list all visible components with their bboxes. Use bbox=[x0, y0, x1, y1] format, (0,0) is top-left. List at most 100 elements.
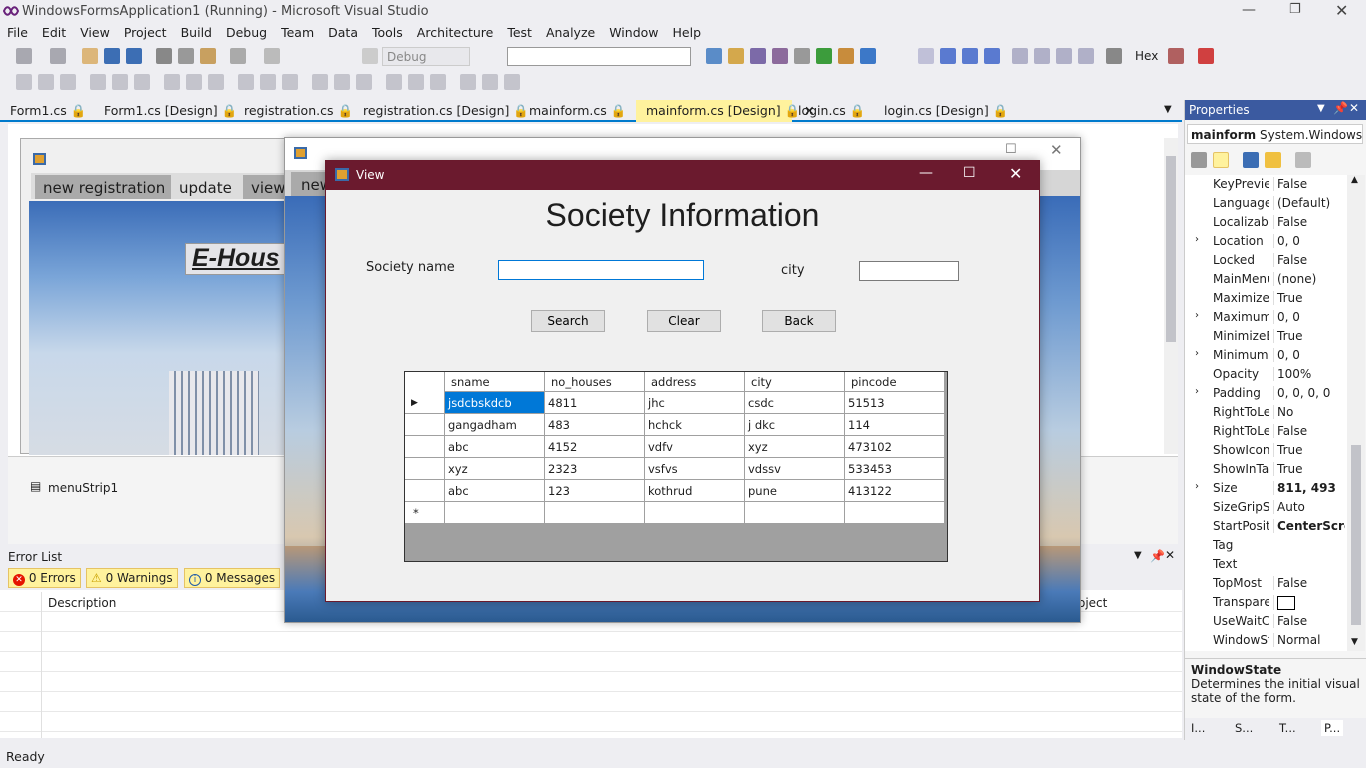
property-row[interactable]: › Padding 0, 0, 0, 0 bbox=[1185, 384, 1345, 403]
object-selector[interactable]: mainform System.Windows. bbox=[1187, 124, 1363, 144]
lock-controls-icon[interactable] bbox=[504, 74, 520, 90]
undo-icon[interactable] bbox=[230, 48, 246, 64]
alphabetical-icon[interactable] bbox=[1213, 152, 1229, 168]
step-into-icon[interactable] bbox=[1012, 48, 1028, 64]
new-row-cell[interactable] bbox=[745, 502, 845, 524]
table-cell[interactable]: 4811 bbox=[545, 392, 645, 414]
menu-update[interactable]: update bbox=[171, 175, 240, 199]
property-value[interactable]: False bbox=[1273, 215, 1345, 229]
property-value[interactable]: False bbox=[1273, 576, 1345, 590]
property-row[interactable]: WindowState Normal bbox=[1185, 631, 1345, 650]
property-row[interactable]: Tag bbox=[1185, 536, 1345, 555]
property-row[interactable]: ShowIcon True bbox=[1185, 441, 1345, 460]
attach-icon[interactable] bbox=[706, 48, 722, 64]
new-project-icon[interactable] bbox=[16, 48, 32, 64]
tab-mainform-design[interactable]: mainform.cs [Design] 🔒 ✕ bbox=[636, 100, 815, 122]
property-value[interactable]: 0, 0, 0, 0 bbox=[1273, 386, 1345, 400]
property-value[interactable]: 0, 0 bbox=[1273, 348, 1345, 362]
make-same-size-icon[interactable] bbox=[208, 74, 224, 90]
menu-build[interactable]: Build bbox=[174, 23, 219, 40]
property-row[interactable]: MinimizeBox True bbox=[1185, 327, 1345, 346]
property-value[interactable]: False bbox=[1273, 424, 1345, 438]
bottom-tab-2[interactable]: S... bbox=[1235, 721, 1253, 735]
row-header[interactable] bbox=[405, 414, 445, 436]
table-cell[interactable]: jhc bbox=[645, 392, 745, 414]
property-value[interactable]: CenterScreen bbox=[1273, 519, 1345, 533]
menu-file[interactable]: File bbox=[0, 23, 35, 40]
property-row[interactable]: UseWaitCursor False bbox=[1185, 612, 1345, 631]
property-row[interactable]: RightToLeftLayout False bbox=[1185, 422, 1345, 441]
v-spacing-equal-icon[interactable] bbox=[334, 74, 350, 90]
description-column[interactable]: Description bbox=[48, 596, 116, 610]
new-row-header[interactable]: * bbox=[405, 502, 445, 524]
continue-icon[interactable] bbox=[918, 48, 934, 64]
table-cell[interactable]: kothrud bbox=[645, 480, 745, 502]
property-row[interactable]: › MaximumSize 0, 0 bbox=[1185, 308, 1345, 327]
property-row[interactable]: SizeGripStyle Auto bbox=[1185, 498, 1345, 517]
column-header-address[interactable]: address bbox=[645, 372, 745, 392]
table-cell[interactable]: jsdcbskdcb bbox=[445, 392, 545, 414]
tab-registration-cs[interactable]: registration.cs 🔒 bbox=[234, 100, 359, 122]
design-form[interactable]: new registration update view E-Hous bbox=[20, 138, 311, 455]
property-value[interactable]: 100% bbox=[1273, 367, 1345, 381]
restore-icon[interactable]: ❐ bbox=[1289, 2, 1301, 17]
pin-icon[interactable]: 📌 bbox=[1150, 549, 1165, 563]
tab-mainform-cs[interactable]: mainform.cs 🔒 bbox=[519, 100, 632, 122]
table-cell[interactable]: abc bbox=[445, 436, 545, 458]
property-row[interactable]: TopMost False bbox=[1185, 574, 1345, 593]
bottom-tab-4[interactable]: P... bbox=[1321, 720, 1344, 736]
new-row-cell[interactable] bbox=[645, 502, 745, 524]
column-header-no_houses[interactable]: no_houses bbox=[545, 372, 645, 392]
property-value[interactable]: No bbox=[1273, 405, 1345, 419]
designer-vscrollbar[interactable] bbox=[1164, 138, 1178, 454]
close-icon[interactable]: ✕ bbox=[1335, 1, 1348, 20]
expand-chevron-icon[interactable]: › bbox=[1195, 386, 1199, 397]
errors-filter[interactable]: ✕ 0 Errors bbox=[8, 568, 81, 588]
table-cell[interactable]: xyz bbox=[745, 436, 845, 458]
society-datagrid[interactable]: sname no_houses address city pincode ▶ jsdcbsk… bbox=[404, 371, 948, 562]
back-button[interactable]: Back bbox=[762, 310, 836, 332]
property-value[interactable]: True bbox=[1273, 329, 1345, 343]
breakpoint-icon[interactable] bbox=[1078, 48, 1094, 64]
panel-dropdown-icon[interactable]: ▼ bbox=[1134, 550, 1142, 561]
property-row[interactable]: Opacity 100% bbox=[1185, 365, 1345, 384]
column-header-city[interactable]: city bbox=[745, 372, 845, 392]
property-value[interactable]: 0, 0 bbox=[1273, 310, 1345, 324]
property-value[interactable]: Auto bbox=[1273, 500, 1345, 514]
tab-form1-design[interactable]: Form1.cs [Design] 🔒 bbox=[94, 100, 243, 122]
toolbox-icon[interactable] bbox=[750, 48, 766, 64]
props-view-icon[interactable] bbox=[1243, 152, 1259, 168]
menu-new-registration[interactable]: new registration bbox=[35, 175, 174, 199]
property-value[interactable] bbox=[1273, 595, 1345, 610]
menu-test[interactable]: Test bbox=[500, 23, 539, 40]
property-value[interactable]: False bbox=[1273, 253, 1345, 267]
property-row[interactable]: Localizable False bbox=[1185, 213, 1345, 232]
property-value[interactable]: True bbox=[1273, 462, 1345, 476]
align-middles-icon[interactable] bbox=[112, 74, 128, 90]
row-header[interactable] bbox=[405, 436, 445, 458]
new-row-cell[interactable] bbox=[845, 502, 945, 524]
property-row[interactable]: ShowInTaskbar True bbox=[1185, 460, 1345, 479]
cut-icon[interactable] bbox=[156, 48, 172, 64]
tab-form1-cs[interactable]: Form1.cs 🔒 bbox=[0, 100, 92, 122]
config-dropdown[interactable]: Debug bbox=[382, 47, 470, 66]
mainform-close-icon[interactable]: ✕ bbox=[1050, 141, 1063, 159]
property-value[interactable]: False bbox=[1273, 614, 1345, 628]
table-cell[interactable]: 4152 bbox=[545, 436, 645, 458]
align-rights-icon[interactable] bbox=[60, 74, 76, 90]
expand-chevron-icon[interactable]: › bbox=[1195, 234, 1199, 245]
table-cell[interactable]: gangadham bbox=[445, 414, 545, 436]
property-row[interactable]: Text bbox=[1185, 555, 1345, 574]
property-value[interactable]: False bbox=[1273, 177, 1345, 191]
table-cell[interactable]: csdc bbox=[745, 392, 845, 414]
column-header-pincode[interactable]: pincode bbox=[845, 372, 945, 392]
table-cell[interactable]: 413122 bbox=[845, 480, 945, 502]
mainform-maximize-icon[interactable]: ☐ bbox=[1005, 142, 1017, 157]
tab-registration-design[interactable]: registration.cs [Design] 🔒 bbox=[353, 100, 535, 122]
table-cell[interactable]: vdssv bbox=[745, 458, 845, 480]
step-out-icon[interactable] bbox=[1056, 48, 1072, 64]
row-header[interactable] bbox=[405, 480, 445, 502]
minimize-icon[interactable]: — bbox=[1242, 2, 1256, 18]
align-bottoms-icon[interactable] bbox=[134, 74, 150, 90]
property-scrollbar[interactable]: ▲ ▼ bbox=[1347, 175, 1365, 651]
